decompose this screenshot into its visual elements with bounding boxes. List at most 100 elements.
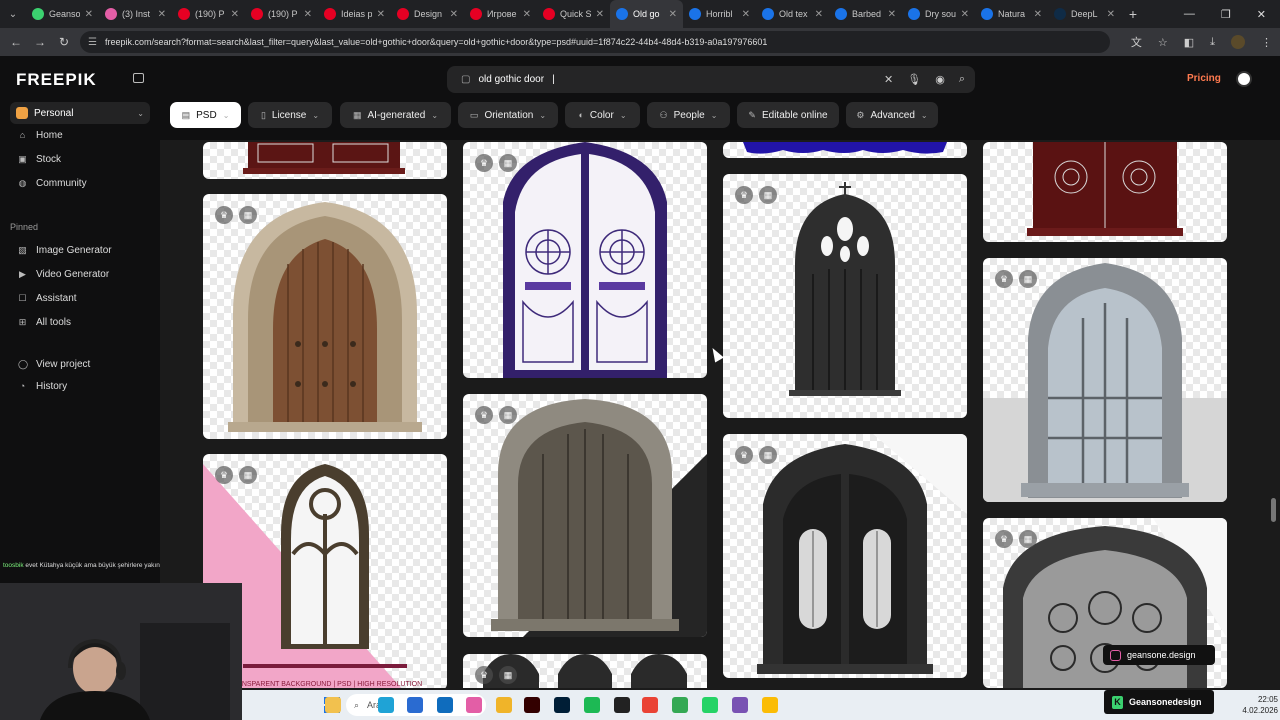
edge-icon[interactable] <box>378 697 394 713</box>
filter-advanced[interactable]: ⚙ Advanced ⌄ <box>846 102 938 128</box>
filter-people[interactable]: ⚇ People ⌄ <box>647 102 730 128</box>
illustrator-icon[interactable] <box>524 697 540 713</box>
browser-tab[interactable]: (190) P ✕ <box>245 0 318 28</box>
minimize-icon[interactable]: — <box>1184 8 1195 20</box>
tab-close-icon[interactable]: ✕ <box>596 9 604 20</box>
tab-search-icon[interactable]: ⌄ <box>0 0 26 28</box>
profile-avatar[interactable] <box>1231 35 1245 49</box>
tab-close-icon[interactable]: ✕ <box>231 9 239 20</box>
photoshop-icon[interactable] <box>554 697 570 713</box>
camera-search-icon[interactable]: ◉ <box>935 73 945 86</box>
browser-tab[interactable]: Игрове ✕ <box>464 0 537 28</box>
pricing-link[interactable]: Pricing <box>1187 73 1221 84</box>
chatgpt-icon[interactable] <box>614 697 630 713</box>
tab-close-icon[interactable]: ✕ <box>815 9 823 20</box>
spotify-icon[interactable] <box>584 697 600 713</box>
tab-close-icon[interactable]: ✕ <box>450 9 458 20</box>
bootstrap-icon[interactable] <box>732 697 748 713</box>
menu-dots-icon[interactable]: ⋮ <box>1261 36 1272 49</box>
tab-close-icon[interactable]: ✕ <box>961 9 969 20</box>
result-card[interactable]: ♛ ▦ <box>723 174 967 418</box>
browser-tab[interactable]: Old go ✕ <box>610 0 683 28</box>
browser-tab[interactable]: Design ✕ <box>391 0 464 28</box>
result-card[interactable]: ♛ ▦ <box>463 142 707 378</box>
clear-search-icon[interactable]: ✕ <box>884 73 893 86</box>
sidebar-collapse-icon[interactable] <box>133 73 144 83</box>
extensions-icon[interactable]: ◧ <box>1184 36 1194 49</box>
tab-close-icon[interactable]: ✕ <box>158 9 166 20</box>
browser-tab[interactable]: Natura ✕ <box>975 0 1048 28</box>
url-field[interactable]: ☰ freepik.com/search?format=search&last_… <box>80 31 1110 53</box>
result-card[interactable] <box>723 142 967 158</box>
result-card[interactable]: ♛ ▦ <box>463 394 707 637</box>
browser-tab[interactable]: DeepL ✕ <box>1048 0 1121 28</box>
browser-tab[interactable]: (190) P ✕ <box>172 0 245 28</box>
maximize-icon[interactable]: ❐ <box>1221 8 1231 21</box>
sidebar-item-home[interactable]: ⌂ Home <box>18 127 63 143</box>
browser-tab[interactable]: Geanso ✕ <box>26 0 99 28</box>
sidebar-item-view-project[interactable]: ◯ View project <box>18 356 90 372</box>
whatsapp-icon[interactable] <box>702 697 718 713</box>
sidebar-item-community[interactable]: ◍ Community <box>18 175 87 191</box>
outlook-icon[interactable] <box>437 697 453 713</box>
filter-ai-generated[interactable]: ▦ AI-generated ⌄ <box>340 102 451 128</box>
browser-tab[interactable]: Old tex ✕ <box>756 0 829 28</box>
result-card[interactable]: ♛ ▦ <box>463 654 707 688</box>
sidebar-item-video-generator[interactable]: ▶ Video Generator <box>18 266 109 282</box>
result-card[interactable]: ♛ ▦ <box>723 434 967 678</box>
sidebar-item-stock[interactable]: ▣ Stock <box>18 151 61 167</box>
sidebar-item-image-generator[interactable]: ▧ Image Generator <box>18 242 111 258</box>
browser-tab[interactable]: Horribl ✕ <box>683 0 756 28</box>
result-card[interactable]: ♛ ▦ <box>203 194 447 439</box>
result-card[interactable] <box>983 142 1227 242</box>
workspace-selector[interactable]: Personal ⌄ <box>10 102 150 124</box>
chrome-profile-icon[interactable] <box>762 697 778 713</box>
translate-icon[interactable]: 文 <box>1131 34 1142 50</box>
filter-orientation[interactable]: ▭ Orientation ⌄ <box>458 102 558 128</box>
search-input[interactable]: old gothic door <box>478 74 544 85</box>
tab-close-icon[interactable]: ✕ <box>742 9 750 20</box>
chrome-alt-icon[interactable] <box>672 697 688 713</box>
microphone-icon[interactable]: 🎙 <box>907 73 921 86</box>
site-info-icon[interactable]: ☰ <box>88 37 97 48</box>
result-card[interactable]: ♛ ▦ <box>983 258 1227 502</box>
user-avatar[interactable] <box>1236 71 1252 87</box>
new-tab-button[interactable]: + <box>1121 6 1145 22</box>
browser-tab[interactable]: Ideias p ✕ <box>318 0 391 28</box>
tab-close-icon[interactable]: ✕ <box>304 9 312 20</box>
tab-close-icon[interactable]: ✕ <box>523 9 531 20</box>
search-icon[interactable]: ⌕ <box>959 73 965 86</box>
sidebar-item-assistant[interactable]: ☐ Assistant <box>18 290 76 306</box>
bookmark-star-icon[interactable]: ☆ <box>1158 36 1168 49</box>
reload-icon[interactable]: ↻ <box>52 35 76 49</box>
filter-license[interactable]: ▯ License ⌄ <box>248 102 332 128</box>
search-bar[interactable]: ▢ old gothic door | ✕ 🎙 ◉ ⌕ <box>447 66 975 93</box>
download-icon[interactable]: ⤓ <box>1210 36 1215 49</box>
filter-editable-online[interactable]: ✎ Editable online <box>737 102 839 128</box>
sidebar-item-all-tools[interactable]: ⊞ All tools <box>18 314 71 330</box>
back-icon[interactable]: ← <box>4 35 28 49</box>
browser-tab[interactable]: Barbed ✕ <box>829 0 902 28</box>
filter-psd[interactable]: ▤ PSD ⌄ <box>170 102 241 128</box>
browser-tab[interactable]: Quick S ✕ <box>537 0 610 28</box>
page-scrollbar[interactable] <box>1271 498 1276 522</box>
result-card[interactable] <box>203 142 447 179</box>
tab-close-icon[interactable]: ✕ <box>669 9 677 20</box>
tab-close-icon[interactable]: ✕ <box>377 9 385 20</box>
forward-icon[interactable]: → <box>28 35 52 49</box>
sidebar-item-history[interactable]: ◔ History <box>18 378 67 394</box>
file-explorer-icon[interactable] <box>325 697 341 713</box>
tab-close-icon[interactable]: ✕ <box>85 9 93 20</box>
close-window-icon[interactable]: ✕ <box>1257 8 1266 21</box>
taskbar-clock[interactable]: 22:05 4.02.2026 <box>1218 694 1278 716</box>
browser-tab[interactable]: (3) Inst ✕ <box>99 0 172 28</box>
filter-color[interactable]: ◐ Color ⌄ <box>565 102 640 128</box>
freepik-logo[interactable]: FREEPIK <box>16 70 97 90</box>
folder-icon[interactable] <box>496 697 512 713</box>
store-icon[interactable] <box>407 697 423 713</box>
chrome-icon[interactable] <box>642 697 658 713</box>
tab-close-icon[interactable]: ✕ <box>1107 9 1115 20</box>
browser-tab[interactable]: Dry sou ✕ <box>902 0 975 28</box>
instagram-app-icon[interactable] <box>466 697 482 713</box>
tab-close-icon[interactable]: ✕ <box>1034 9 1042 20</box>
